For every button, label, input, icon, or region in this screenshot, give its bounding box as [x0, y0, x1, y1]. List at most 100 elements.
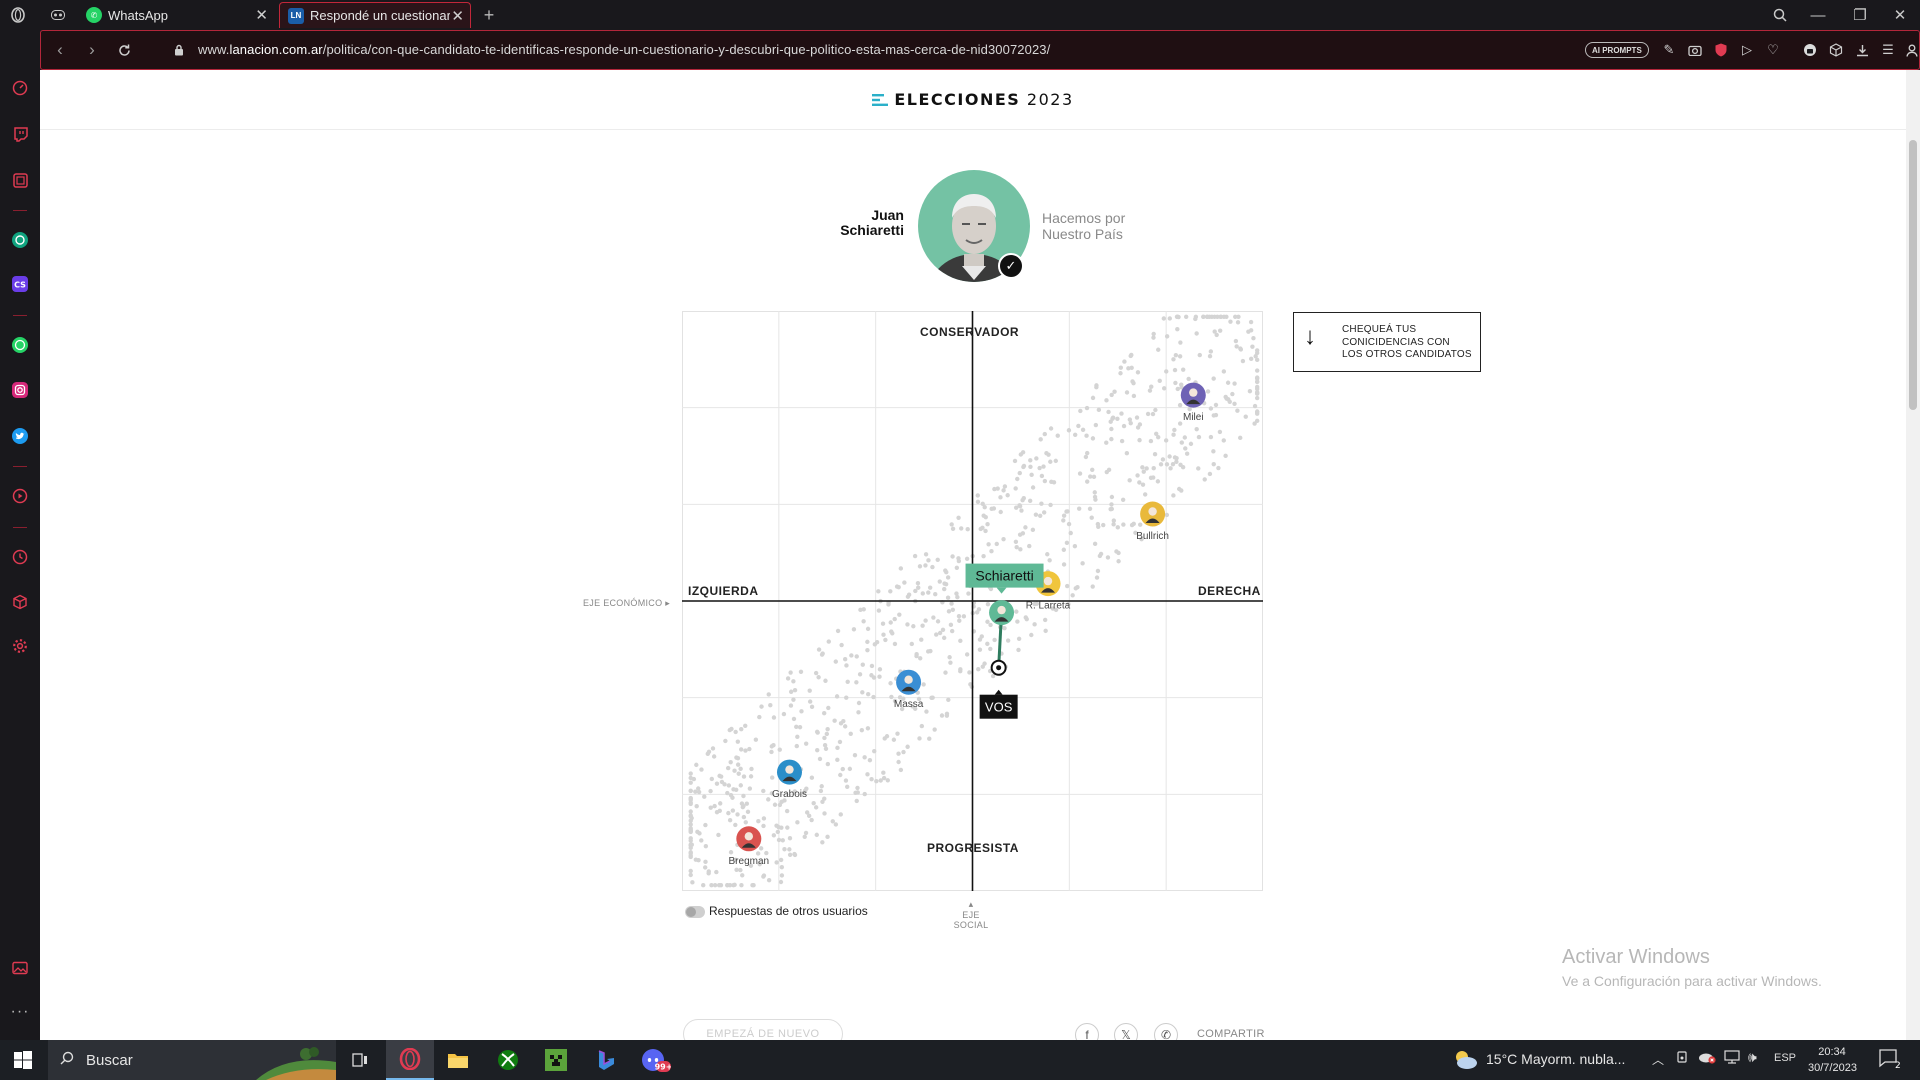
other-user-dot [730, 808, 736, 813]
send-icon[interactable]: ▷ [1737, 40, 1757, 60]
other-user-dot [735, 812, 740, 817]
other-user-dot [1120, 497, 1126, 502]
other-user-dot [1238, 346, 1243, 351]
settings-gear-icon[interactable] [10, 636, 30, 656]
other-user-dot [909, 641, 914, 647]
other-user-dot [1179, 382, 1184, 387]
other-user-dot [985, 619, 990, 624]
network-icon[interactable] [1724, 1050, 1740, 1067]
other-user-dot [1104, 398, 1109, 403]
workspaces-icon[interactable] [10, 170, 30, 190]
other-user-dot [768, 703, 773, 708]
start-button[interactable] [0, 1040, 46, 1080]
restart-button[interactable]: EMPEZÁ DE NUEVO [683, 1019, 843, 1040]
adblock-shield-icon[interactable] [1711, 40, 1731, 60]
heart-bookmark-icon[interactable]: ♡ [1763, 40, 1783, 60]
other-user-dot [766, 692, 771, 697]
other-user-dot [1149, 384, 1154, 389]
opera-menu-icon[interactable] [6, 4, 30, 26]
other-user-dot [766, 878, 772, 883]
download-icon[interactable] [1852, 40, 1872, 60]
other-user-dot [869, 777, 874, 782]
back-icon[interactable]: ‹ [49, 39, 71, 61]
twitter-icon[interactable] [10, 426, 30, 446]
other-user-dot [895, 731, 900, 736]
search-tabs-icon[interactable] [1766, 4, 1794, 26]
web-page: ELECCIONES 2023 Juan Schiaretti ✓ Hacemo… [40, 70, 1906, 1040]
other-user-dot [966, 591, 971, 596]
restore-icon[interactable]: ❐ [1846, 4, 1874, 26]
vpn-icon[interactable] [1800, 40, 1820, 60]
taskbar-search[interactable]: Buscar [48, 1040, 336, 1080]
whatsapp-sidebar-icon[interactable] [10, 335, 30, 355]
other-user-dot [1250, 344, 1255, 349]
close-tab-icon[interactable]: ✕ [451, 7, 464, 25]
other-user-dot [985, 602, 991, 607]
instagram-icon[interactable] [10, 380, 30, 400]
axis-top-label: CONSERVADOR [920, 325, 1020, 339]
extensions-box-icon[interactable] [10, 592, 30, 612]
clock[interactable]: 20:34 30/7/2023 [1808, 1044, 1857, 1076]
taskbar-bing-icon[interactable] [582, 1040, 630, 1080]
speed-dial-icon[interactable] [10, 78, 30, 98]
history-icon[interactable] [10, 547, 30, 567]
tab-whatsapp[interactable]: ✆ WhatsApp ✕ [78, 2, 274, 28]
meet-now-icon[interactable] [1676, 1050, 1690, 1067]
task-view-icon[interactable] [336, 1040, 384, 1080]
twitch-icon[interactable] [10, 124, 30, 144]
camera-icon[interactable] [1685, 40, 1705, 60]
close-tab-icon[interactable]: ✕ [255, 6, 268, 24]
lock-icon[interactable] [168, 39, 190, 61]
other-user-dot [723, 738, 728, 744]
player-icon[interactable] [10, 486, 30, 506]
other-user-dot [739, 883, 744, 888]
other-user-dot [917, 564, 923, 569]
chatgpt-icon[interactable] [10, 230, 30, 250]
weather-widget[interactable]: 15°C Mayorm. nubla... [1452, 1048, 1625, 1070]
close-window-icon[interactable]: ✕ [1886, 4, 1914, 26]
political-compass-chart[interactable]: Milei Bullrich R. Larreta Massa Grabois Bregm… [682, 311, 1263, 891]
other-user-dot [1073, 586, 1078, 591]
onedrive-error-icon[interactable] [1698, 1050, 1716, 1067]
easy-setup-menu-icon[interactable]: ☰ [1878, 40, 1898, 60]
scroll-thumb[interactable] [1909, 140, 1917, 410]
other-user-dot [1128, 353, 1133, 359]
share-label: COMPARTIR [1197, 1028, 1265, 1040]
edit-icon[interactable]: ✎ [1659, 40, 1679, 60]
extensions-cube-icon[interactable] [1826, 40, 1846, 60]
whatsapp-share-icon[interactable]: ✆ [1154, 1023, 1178, 1040]
taskbar-minecraft-icon[interactable] [532, 1040, 580, 1080]
language-indicator[interactable]: ESP [1774, 1052, 1796, 1064]
volume-icon[interactable]: 🕪 [1748, 1049, 1757, 1066]
profile-icon[interactable] [1902, 40, 1920, 60]
elections-title[interactable]: ELECCIONES 2023 [872, 90, 1073, 109]
taskbar-opera-icon[interactable] [386, 1040, 434, 1080]
taskbar-discord-icon[interactable]: 99+ [632, 1040, 680, 1080]
other-user-dot [772, 802, 778, 807]
gallery-icon[interactable] [10, 958, 30, 978]
notifications-icon[interactable]: 2 [1878, 1048, 1902, 1073]
facebook-share-icon[interactable]: f [1075, 1023, 1099, 1040]
other-user-dot [1252, 421, 1257, 426]
other-user-dot [1184, 451, 1190, 456]
other-user-dot [809, 704, 815, 710]
taskbar-file-explorer-icon[interactable] [434, 1040, 482, 1080]
check-coincidences-button[interactable]: ↓ CHEQUEÁ TUS CONICIDENCIAS CON LOS OTRO… [1293, 312, 1481, 372]
page-scrollbar[interactable] [1906, 70, 1920, 1040]
url-field[interactable]: www.lanacion.com.ar/politica/con-que-can… [198, 42, 1050, 57]
other-user-dot [1116, 550, 1121, 556]
ai-prompts-button[interactable]: AI PROMPTS [1585, 42, 1649, 58]
reload-icon[interactable] [113, 39, 135, 61]
x-share-icon[interactable]: 𝕏 [1114, 1023, 1138, 1040]
chatsonic-icon[interactable]: CS [10, 274, 30, 294]
tab-lanacion[interactable]: LN Respondé un cuestionario ✕ [279, 2, 471, 28]
new-tab-button[interactable]: + [477, 4, 501, 26]
other-users-toggle[interactable] [685, 906, 705, 918]
forward-icon[interactable]: › [81, 39, 103, 61]
taskbar-xbox-icon[interactable] [484, 1040, 532, 1080]
show-hidden-icons-icon[interactable]: ︿ [1652, 1051, 1664, 1068]
other-user-dot [1183, 446, 1188, 451]
more-options-icon[interactable]: ··· [10, 1002, 30, 1022]
minimize-icon[interactable]: — [1804, 4, 1832, 26]
tab-islands-icon[interactable] [46, 4, 70, 26]
